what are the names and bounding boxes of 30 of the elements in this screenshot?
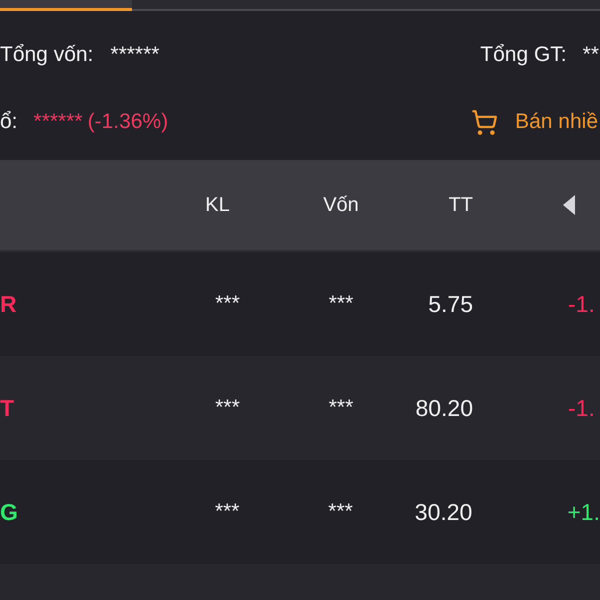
- capital-cell-text: ***: [327, 499, 354, 526]
- total-capital-label: Tổng vốn:: [0, 42, 94, 68]
- profit-loss-value: ******: [34, 109, 83, 136]
- stock-symbol: T: [0, 394, 14, 421]
- tab[interactable]: [0, 0, 132, 11]
- cart-icon: [471, 108, 498, 136]
- sell-button[interactable]: Bán nhiề: [471, 106, 600, 138]
- price-cell-text: 5.75: [427, 290, 473, 319]
- change-cell-text: +1.: [567, 498, 600, 527]
- caret-left-icon[interactable]: [563, 195, 575, 215]
- stock-symbol: G: [0, 498, 18, 525]
- total-value-label: Tổng GT:: [480, 42, 567, 68]
- volume-cell-text: ***: [214, 395, 241, 422]
- table-row[interactable]: T *** *** 80.20 -1.: [0, 356, 600, 460]
- price-cell-text: 80.20: [414, 394, 473, 423]
- profit-loss-label: ổ:: [0, 109, 18, 136]
- capital-cell-text: ***: [328, 291, 354, 318]
- total-capital-value: ******: [110, 42, 160, 68]
- column-header[interactable]: KL: [165, 190, 270, 220]
- change-cell-text: -1.: [568, 290, 595, 319]
- capital-cell-text: ***: [328, 395, 354, 422]
- stock-symbol: R: [0, 290, 17, 317]
- price-cell-text: 30.20: [414, 498, 472, 527]
- profit-loss-change: (-1.36%): [88, 109, 168, 136]
- change-cell-text: -1.: [568, 394, 595, 423]
- volume-cell-text: ***: [214, 291, 241, 318]
- column-header[interactable]: Vốn: [270, 190, 412, 220]
- total-value-value: **: [582, 42, 600, 68]
- volume-cell-text: ***: [214, 499, 240, 526]
- column-header[interactable]: TT: [412, 190, 473, 220]
